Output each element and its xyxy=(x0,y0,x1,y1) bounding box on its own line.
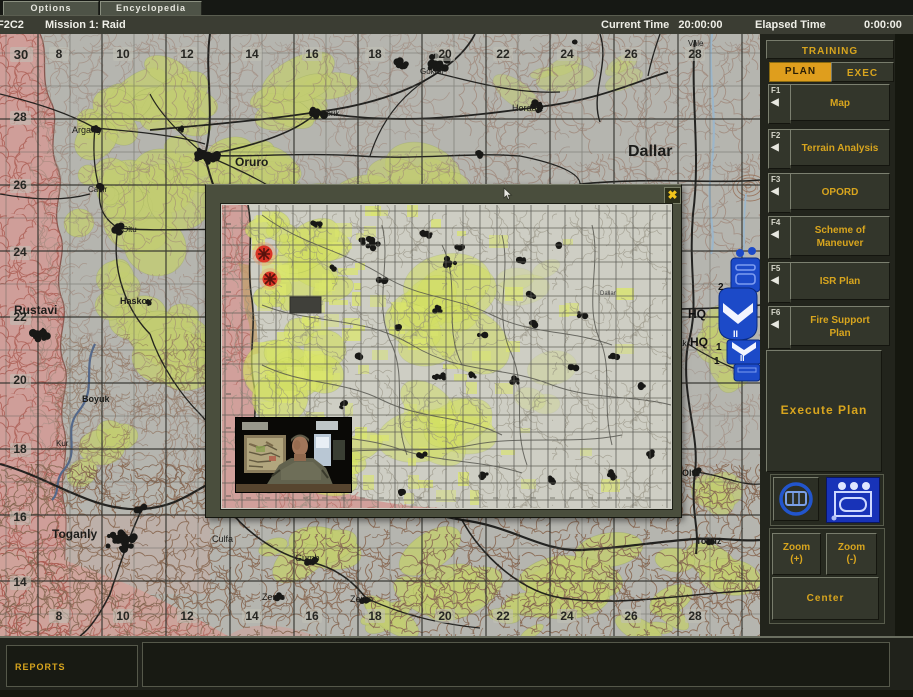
svg-text:Dallar: Dallar xyxy=(600,291,616,297)
svg-text:12: 12 xyxy=(180,609,194,623)
svg-text:Haskoy: Haskoy xyxy=(120,296,152,306)
svg-text:Lerik: Lerik xyxy=(322,109,340,118)
svg-text:20: 20 xyxy=(13,373,27,387)
svg-text:Oruro: Oruro xyxy=(235,155,268,169)
svg-text:2: 2 xyxy=(718,282,724,293)
svg-text:22: 22 xyxy=(496,47,510,61)
svg-text:Horadiz: Horadiz xyxy=(512,103,544,113)
svg-text:24: 24 xyxy=(560,609,574,623)
svg-text:26: 26 xyxy=(624,47,638,61)
svg-text:Zemo: Zemo xyxy=(350,594,373,604)
svg-text:28: 28 xyxy=(688,609,702,623)
svg-text:Goktar: Goktar xyxy=(420,67,444,76)
svg-text:Kur: Kur xyxy=(56,439,69,448)
svg-text:Vale: Vale xyxy=(688,39,704,48)
svg-text:30: 30 xyxy=(14,47,28,62)
svg-text:28: 28 xyxy=(13,110,27,124)
svg-text:8: 8 xyxy=(56,609,63,623)
svg-text:18: 18 xyxy=(368,609,382,623)
svg-text:Culfa: Culfa xyxy=(212,534,233,544)
svg-text:14: 14 xyxy=(245,609,259,623)
svg-text:Gumb: Gumb xyxy=(295,553,320,563)
svg-text:Rustavi: Rustavi xyxy=(14,303,57,317)
svg-text:HQ: HQ xyxy=(690,335,708,349)
svg-text:Toganly: Toganly xyxy=(52,527,97,541)
svg-text:Tovuz: Tovuz xyxy=(696,536,722,546)
svg-text:Argakly: Argakly xyxy=(72,125,103,135)
svg-text:18: 18 xyxy=(368,47,382,61)
svg-text:1: 1 xyxy=(714,356,720,367)
svg-text:Cadir: Cadir xyxy=(88,185,107,194)
svg-text:16: 16 xyxy=(305,609,319,623)
svg-text:Boyuk: Boyuk xyxy=(82,394,111,404)
svg-text:Zemo: Zemo xyxy=(262,592,285,602)
svg-text:24: 24 xyxy=(560,47,574,61)
svg-text:8: 8 xyxy=(56,47,63,61)
svg-text:Oltu: Oltu xyxy=(122,225,137,234)
svg-text:22: 22 xyxy=(496,609,510,623)
svg-text:28: 28 xyxy=(688,47,702,61)
svg-text:18: 18 xyxy=(13,442,27,456)
svg-text:14: 14 xyxy=(245,47,259,61)
svg-text:24: 24 xyxy=(13,245,27,259)
svg-text:Oltu: Oltu xyxy=(682,468,700,478)
svg-text:20: 20 xyxy=(438,609,452,623)
svg-text:10: 10 xyxy=(116,47,130,61)
svg-text:II: II xyxy=(733,329,738,339)
svg-text:10: 10 xyxy=(116,609,130,623)
svg-text:II: II xyxy=(740,354,744,363)
svg-text:1: 1 xyxy=(716,342,722,353)
svg-text:16: 16 xyxy=(305,47,319,61)
svg-text:20: 20 xyxy=(438,47,452,61)
svg-text:16: 16 xyxy=(13,510,27,524)
svg-text:12: 12 xyxy=(180,47,194,61)
svg-text:26: 26 xyxy=(13,178,27,192)
svg-text:HQ: HQ xyxy=(688,307,706,321)
svg-text:Dallar: Dallar xyxy=(628,143,672,160)
svg-text:14: 14 xyxy=(13,575,27,589)
svg-text:26: 26 xyxy=(624,609,638,623)
